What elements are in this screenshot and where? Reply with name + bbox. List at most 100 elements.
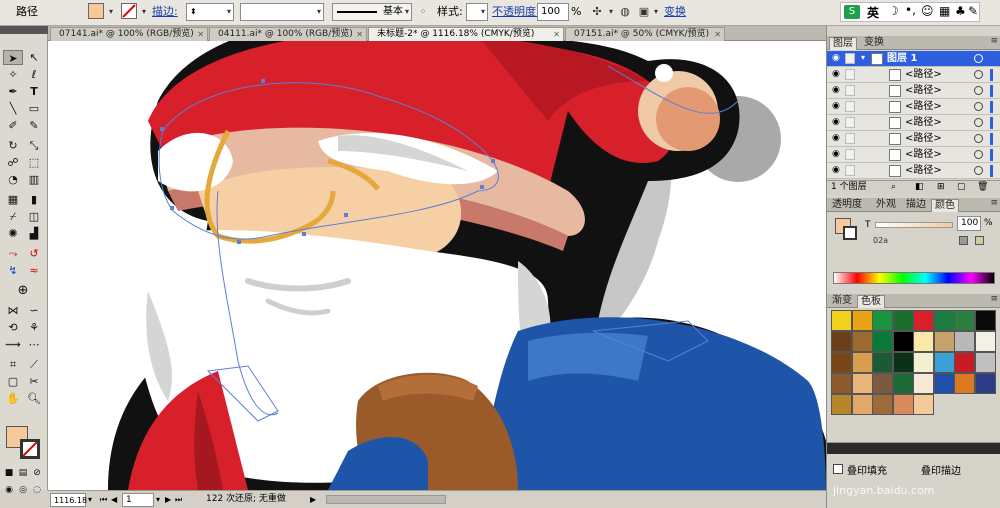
blend-tool-icon[interactable]: ◫ [24,209,44,224]
smiley-icon[interactable]: ☺ [921,4,934,18]
globe-icon[interactable]: ◍ [618,3,632,21]
eye-icon[interactable]: ◉ [832,149,840,159]
expand-triangle-icon[interactable]: ▾ [861,53,865,62]
close-icon[interactable]: ✕ [197,28,204,41]
artboard-canvas[interactable] [48,41,826,490]
curvature-tool-icon[interactable]: ↺ [24,246,44,261]
pucker-icon[interactable]: ⚘ [24,320,44,335]
target-icon[interactable] [974,166,983,175]
target-icon[interactable] [974,54,983,63]
path-name[interactable]: <路径> [905,164,942,178]
artboard-tool-icon[interactable]: ⊕ [13,283,33,298]
draw-behind-icon[interactable]: ◎ [17,483,29,498]
eye-icon[interactable]: ◉ [832,133,840,143]
list-item[interactable]: ◉ <路径> [827,115,1000,131]
clip-mask-icon[interactable]: ◧ [915,181,924,194]
swatch-cell[interactable] [933,331,955,352]
perspective-grid-icon[interactable]: ▥ [24,172,44,187]
first-artboard-icon[interactable]: ⏮ [100,493,107,507]
eye-icon[interactable]: ◉ [832,165,840,175]
target-icon[interactable] [974,86,983,95]
width-tool-icon[interactable]: ⤳ [3,246,23,261]
color-slider[interactable] [875,222,953,228]
toolbox-grip[interactable] [0,26,48,34]
magic-wand-icon[interactable]: ✧ [3,67,23,82]
rotate-tool-icon[interactable]: ↻ [3,138,23,153]
web-safe-icon[interactable] [975,236,984,245]
brush-profile-field[interactable]: 基本 ▾ [332,3,412,21]
new-layer-icon[interactable]: ▢ [957,181,966,194]
list-item[interactable]: ◉ <路径> [827,163,1000,179]
warp-tool-icon[interactable]: ☍ [3,155,23,170]
symbol-sprayer-icon[interactable]: ✺ [3,226,23,241]
last-artboard-icon[interactable]: ⏭ [175,493,182,507]
stroke-dropdown-icon[interactable]: ▾ [139,3,149,21]
stroke-none-swatch[interactable] [121,3,137,19]
swatch-cell[interactable] [913,373,934,394]
swatch-cell[interactable] [974,352,996,373]
swatch-cell[interactable] [913,394,934,415]
tab-transform[interactable]: 变换 [861,37,887,50]
stroke-link[interactable]: 描边: [152,3,178,21]
opacity-link[interactable]: 不透明度: [492,3,540,21]
swatch-cell[interactable] [913,331,934,352]
path-name[interactable]: <路径> [905,68,942,82]
layer-name[interactable]: 图层 1 [887,52,917,66]
trash-icon[interactable]: 🗑︎ [977,181,988,194]
eye-icon[interactable]: ◉ [832,85,840,95]
eraser-tool-icon[interactable]: ⟋ [24,357,44,372]
wrench-icon[interactable]: ✎ [968,4,978,18]
moon-icon[interactable]: ☽ [888,4,899,18]
prev-artboard-icon[interactable]: ◀ [111,493,117,507]
color-value-input[interactable]: 100 [957,216,981,231]
path-name[interactable]: <路径> [905,132,942,146]
path-name[interactable]: <路径> [905,84,942,98]
recolor-icon[interactable]: ✣ [590,3,604,21]
style-picker[interactable]: ▾ [466,3,488,21]
tab-transparency[interactable]: 透明度 [829,199,865,212]
target-icon[interactable] [974,102,983,111]
swatch-cell[interactable] [933,310,955,331]
tab-gradient[interactable]: 渐变 [829,295,855,308]
out-of-gamut-icon[interactable] [959,236,968,245]
ime-language-label[interactable]: 英 [867,4,879,21]
swatch-cell[interactable] [933,352,955,373]
list-item[interactable]: ◉ <路径> [827,131,1000,147]
lock-toggle[interactable] [845,85,855,96]
zoom-tool-icon[interactable]: 🔍︎ [24,391,44,406]
draw-normal-icon[interactable]: ◉ [3,483,15,498]
path-name[interactable]: <路径> [905,116,942,130]
swatch-cell[interactable] [954,310,975,331]
zoom-field[interactable]: 1116.18 [50,493,87,507]
type-tool-icon[interactable]: T [24,84,44,99]
tab-untitled-2[interactable]: 未标题-2* @ 1116.18% (CMYK/预览) ✕ [368,27,564,41]
hand-tool-icon[interactable]: ✋ [3,391,23,406]
target-icon[interactable] [974,150,983,159]
tab-layers[interactable]: 图层 [829,37,857,50]
shape-builder-icon[interactable]: ◔ [3,172,23,187]
wave-icon[interactable]: ∽ [24,303,44,318]
line-tool-icon[interactable]: ╲ [3,101,23,116]
swatch-cell[interactable] [851,310,873,331]
panel-menu-icon[interactable]: ≡ [990,294,998,304]
chevron-down-icon[interactable]: ▾ [156,493,160,507]
chevron-down-icon[interactable]: ▾ [608,3,614,21]
opacity-input[interactable]: 100 [537,3,569,21]
new-sublayer-icon[interactable]: ⊞ [937,181,945,194]
slice-tool-icon[interactable]: ⌗ [3,357,23,372]
pencil-icon[interactable]: ✎ [24,118,44,133]
target-icon[interactable] [974,70,983,79]
swatch-cell[interactable] [892,394,914,415]
tab-appearance[interactable]: 外观 [873,199,899,212]
swatch-cell[interactable] [831,331,852,352]
lock-toggle[interactable] [845,133,855,144]
swatch-cell[interactable] [872,310,893,331]
graph-tool-icon[interactable]: ▟ [24,226,44,241]
twirl-icon[interactable]: ⟲ [3,320,23,335]
keyboard-icon[interactable]: ▦ [939,4,950,18]
gradient-tool-icon[interactable]: ▮ [24,192,44,207]
tab-07141[interactable]: 07141.ai* @ 100% (RGB/预览) ✕ [50,27,208,41]
swatch-cell[interactable] [913,352,934,373]
punct-icon[interactable]: •, [905,3,916,17]
path-eraser-icon[interactable]: ≈ [24,263,44,278]
